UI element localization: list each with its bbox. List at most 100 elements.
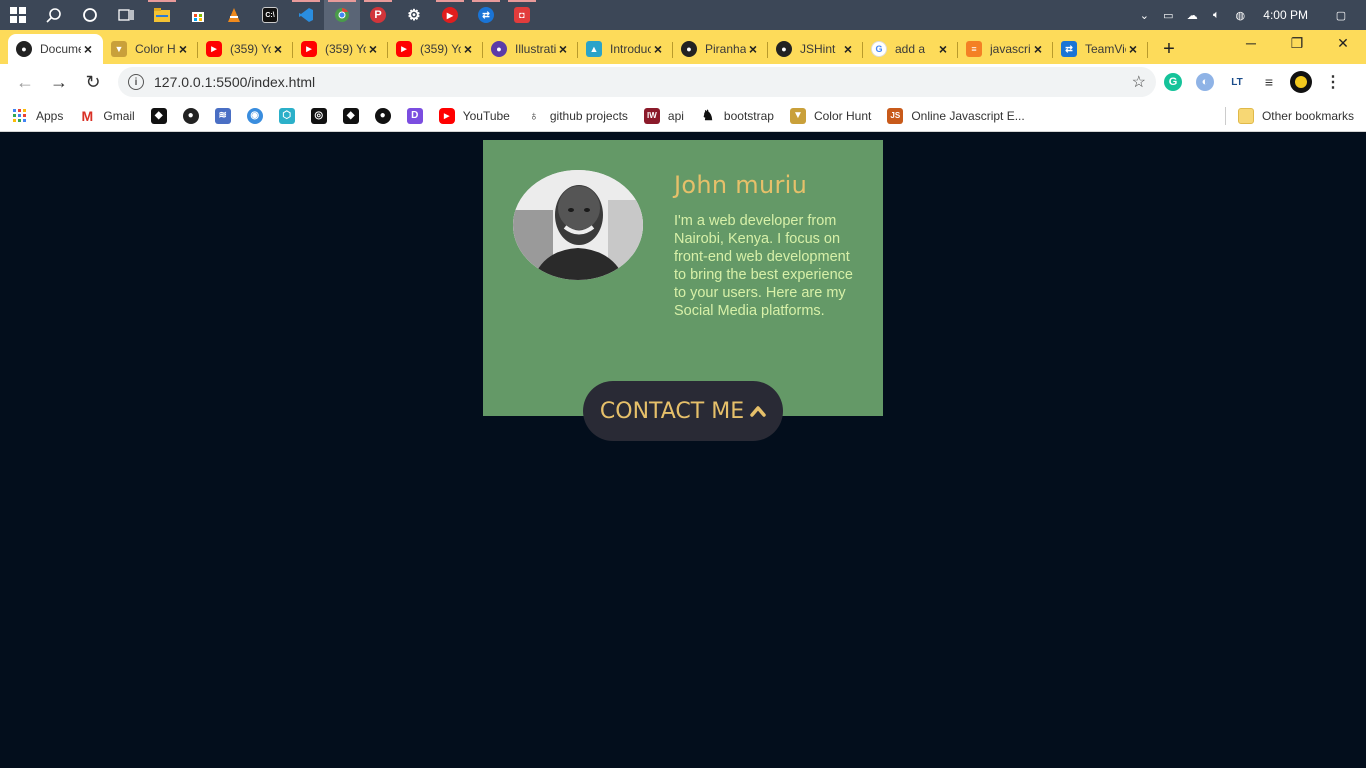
tab-teamviewer[interactable]: ⇄ TeamViewer × bbox=[1053, 34, 1148, 64]
close-icon[interactable]: × bbox=[651, 41, 665, 57]
profile-photo-image bbox=[513, 170, 643, 280]
task-view-button[interactable] bbox=[108, 0, 144, 30]
bookmark-globe[interactable]: ● bbox=[182, 107, 199, 124]
bookmark-brain[interactable]: ◉ bbox=[246, 107, 263, 124]
running-indicator bbox=[328, 0, 356, 2]
reload-button[interactable]: ↻ bbox=[76, 66, 110, 98]
bookmark-other-bookmarks[interactable]: Other bookmarks bbox=[1237, 107, 1354, 124]
chrome-menu-button[interactable]: ⋮ bbox=[1318, 67, 1348, 97]
globe-icon: ● bbox=[182, 107, 199, 124]
bookmark-target[interactable]: ◎ bbox=[310, 107, 327, 124]
bookmark-github-projects[interactable]: ♁ github projects bbox=[525, 107, 628, 124]
contact-me-button[interactable]: CONTACT ME bbox=[583, 381, 783, 441]
taskbar-app-terminal[interactable]: C:\ bbox=[252, 0, 288, 30]
extension-language-tool[interactable]: LT bbox=[1222, 67, 1252, 97]
tab-illustrations[interactable]: ● Illustrations × bbox=[483, 34, 578, 64]
tab-document[interactable]: ● Document × bbox=[8, 34, 103, 64]
window-close-button[interactable]: ✕ bbox=[1320, 28, 1366, 58]
settings-icon: ⚙ bbox=[407, 7, 421, 24]
bookmark-codepen-1[interactable]: ◆ bbox=[150, 107, 167, 124]
restore-button[interactable]: ❐ bbox=[1274, 28, 1320, 58]
tab-piranha[interactable]: ● Piranha × bbox=[673, 34, 768, 64]
close-icon[interactable]: × bbox=[81, 41, 95, 57]
back-button[interactable]: ← bbox=[8, 66, 42, 98]
color-hunt-icon: ▼ bbox=[111, 41, 127, 57]
tab-label: (359) YouTube bbox=[420, 42, 461, 56]
tab-google-search[interactable]: G add a × bbox=[863, 34, 958, 64]
bookmark-shield[interactable]: ⬡ bbox=[278, 107, 295, 124]
notifications-icon[interactable]: ▢ bbox=[1334, 9, 1348, 22]
close-icon[interactable]: × bbox=[841, 41, 855, 57]
contact-me-label: CONTACT ME bbox=[599, 398, 745, 424]
bookmark-apps[interactable]: Apps bbox=[12, 108, 63, 124]
running-indicator bbox=[436, 0, 464, 2]
bookmark-codepen-2[interactable]: ◆ bbox=[342, 107, 359, 124]
bookmark-youtube[interactable]: ▶ YouTube bbox=[438, 107, 510, 124]
close-icon[interactable]: × bbox=[271, 41, 285, 57]
tab-introduction[interactable]: ▲ Introduction × bbox=[578, 34, 673, 64]
taskbar-app-youtube-music[interactable]: ▶ bbox=[432, 0, 468, 30]
tab-youtube-1[interactable]: ▶ (359) YouTube × bbox=[198, 34, 293, 64]
battery-icon[interactable]: ▭ bbox=[1161, 9, 1175, 22]
close-icon[interactable]: × bbox=[461, 41, 475, 57]
volume-icon[interactable]: 🔈︎ bbox=[1209, 9, 1223, 21]
url-text[interactable]: 127.0.0.1:5500/index.html bbox=[154, 74, 1132, 90]
cortana-button[interactable] bbox=[72, 0, 108, 30]
cortana-icon bbox=[83, 8, 97, 22]
close-icon[interactable]: × bbox=[556, 41, 570, 57]
tab-youtube-3[interactable]: ▶ (359) YouTube × bbox=[388, 34, 483, 64]
address-bar[interactable]: i 127.0.0.1:5500/index.html ☆ bbox=[118, 67, 1156, 97]
bookmarks-bar: Apps M Gmail ◆ ● ≋ ◉ ⬡ ◎ ◆ ● D ▶ YouTube… bbox=[0, 100, 1366, 132]
tab-youtube-2[interactable]: ▶ (359) YouTube × bbox=[293, 34, 388, 64]
close-icon[interactable]: × bbox=[746, 41, 760, 57]
minimize-button[interactable]: ─ bbox=[1228, 28, 1274, 58]
close-icon[interactable]: × bbox=[1126, 41, 1140, 57]
chevron-up-icon[interactable]: ⌄ bbox=[1137, 9, 1151, 22]
tab-stackoverflow[interactable]: ≡ javascript × bbox=[958, 34, 1053, 64]
bookmark-github[interactable]: ● bbox=[374, 107, 391, 124]
media-controls-button[interactable]: ≡ bbox=[1254, 67, 1284, 97]
taskbar-app-vlc[interactable] bbox=[216, 0, 252, 30]
taskbar-app-vscode[interactable] bbox=[288, 0, 324, 30]
extension-secondary[interactable]: ◐ bbox=[1190, 67, 1220, 97]
avatar bbox=[1290, 71, 1312, 93]
bookmark-d-app[interactable]: D bbox=[406, 107, 423, 124]
taskbar-app-postman[interactable]: P bbox=[360, 0, 396, 30]
windows-start-button[interactable] bbox=[0, 0, 36, 30]
close-icon[interactable]: × bbox=[1031, 41, 1045, 57]
taskbar-app-file-explorer[interactable] bbox=[144, 0, 180, 30]
running-indicator bbox=[472, 0, 500, 2]
arrow-left-icon: ← bbox=[16, 71, 34, 92]
bookmark-label: github projects bbox=[549, 108, 628, 123]
profile-avatar-button[interactable] bbox=[1286, 67, 1316, 97]
wifi-icon: ≋ bbox=[214, 107, 231, 124]
bookmark-bootstrap[interactable]: ♞ bootstrap bbox=[699, 107, 774, 124]
taskbar-app-screen-recorder[interactable]: ◘ bbox=[504, 0, 540, 30]
taskbar-app-chrome[interactable] bbox=[324, 0, 360, 30]
tab-jshint[interactable]: ● JSHint × bbox=[768, 34, 863, 64]
youtube-icon: ▶ bbox=[438, 107, 455, 124]
bookmark-online-javascript-editor[interactable]: JS Online Javascript E... bbox=[887, 107, 1025, 124]
bookmark-star-icon[interactable]: ☆ bbox=[1132, 72, 1146, 92]
taskbar-app-teamviewer[interactable]: ⇄ bbox=[468, 0, 504, 30]
taskbar-app-store[interactable] bbox=[180, 0, 216, 30]
taskbar-app-settings[interactable]: ⚙ bbox=[396, 0, 432, 30]
forward-button[interactable]: → bbox=[42, 66, 76, 98]
extension-grammarly[interactable]: G bbox=[1158, 67, 1188, 97]
tab-color-hunt[interactable]: ▼ Color Hunt × bbox=[103, 34, 198, 64]
bookmark-api[interactable]: IW api bbox=[643, 107, 684, 124]
network-globe-icon[interactable]: ◍ bbox=[1233, 9, 1247, 22]
taskbar-clock[interactable]: 4:00 PM bbox=[1263, 8, 1308, 22]
bookmark-wifi[interactable]: ≋ bbox=[214, 107, 231, 124]
close-icon[interactable]: × bbox=[936, 41, 950, 57]
new-tab-button[interactable]: + bbox=[1154, 34, 1184, 64]
onedrive-cloud-icon[interactable]: ☁ bbox=[1185, 9, 1199, 22]
bookmark-gmail[interactable]: M Gmail bbox=[79, 107, 135, 124]
bookmark-color-hunt[interactable]: ▼ Color Hunt bbox=[789, 107, 871, 124]
close-icon[interactable]: × bbox=[366, 41, 380, 57]
taskbar-search-button[interactable] bbox=[36, 0, 72, 30]
tab-label: add a bbox=[895, 42, 926, 56]
file-explorer-icon bbox=[154, 8, 170, 22]
close-icon[interactable]: × bbox=[176, 41, 190, 57]
site-info-icon[interactable]: i bbox=[128, 74, 144, 90]
